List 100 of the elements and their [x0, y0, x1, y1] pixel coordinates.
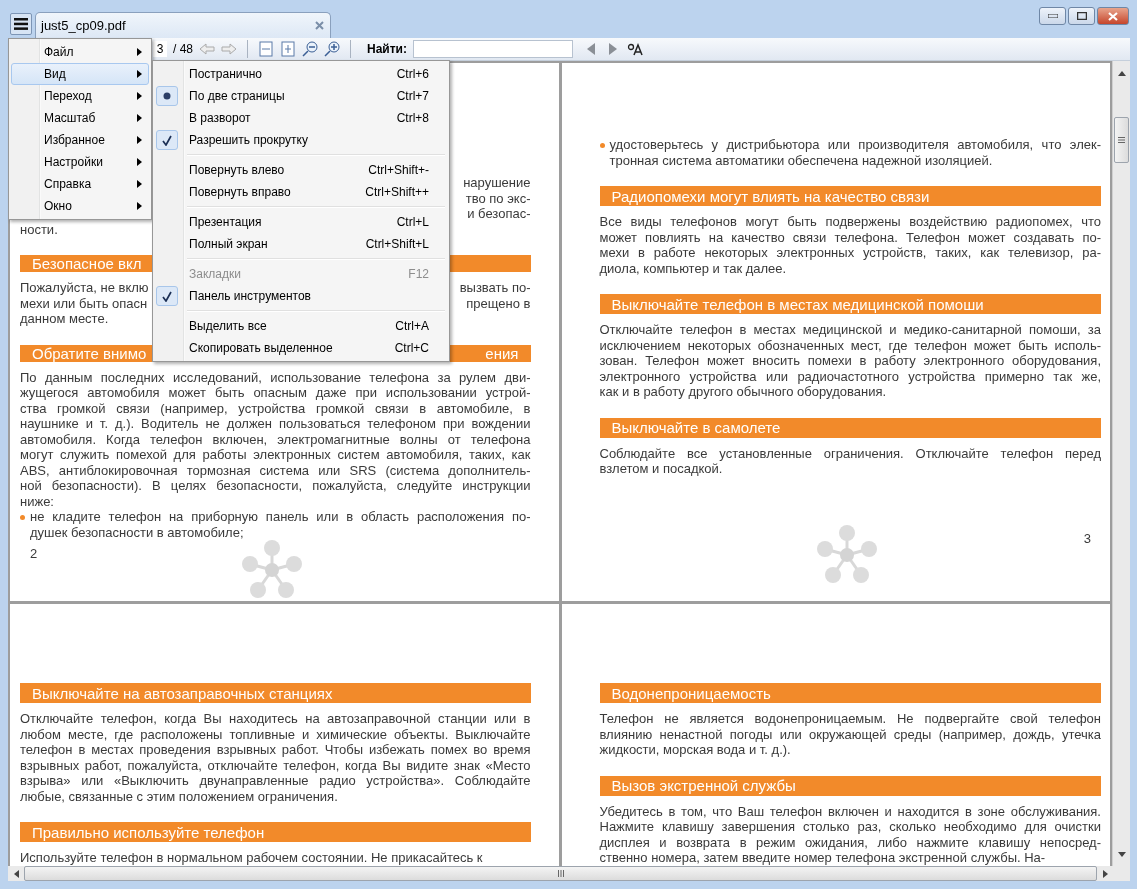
checkmark-icon [162, 134, 172, 146]
text-fragment: Пожалуйста, не вклю [20, 280, 149, 296]
paragraph: По данным последних исследований, использование телефона за рулем дви- жущегося автомобиля может быть опасным даже при использовании устрой- ства громкой связи (например, устройства громкой связи в автомобиле, в наушнике и т. д.). Водитель не должен пользоваться телефоном при вождении автомобиля. Когда телефон включен, электромагнитные волны от телефона могут служить помехой для работы электронных систем автомобиля, таких, как ABS, антиблокировочная тормозная система или SRS (система дополнитель- ной безопасности). В целях безопасности, пожалуйста, следуйте инструкции ниже: [20, 369, 531, 509]
checkmark-icon [162, 290, 172, 302]
fit-page-icon [281, 41, 295, 57]
caret-icon [137, 92, 142, 100]
caret-icon [1117, 71, 1126, 76]
menu-item[interactable]: Повернуть влево Ctrl+Shift+- [155, 159, 447, 181]
radio-dot-icon [163, 92, 171, 100]
triangle-left-icon [587, 43, 595, 55]
menu-item[interactable]: Разрешить прокрутку [155, 129, 447, 151]
caret-icon [137, 114, 142, 122]
close-button[interactable] [1097, 7, 1129, 25]
heading-text: Безопасное вкл [32, 255, 142, 272]
paragraph: Используйте телефон в нормальном рабочем состоянии. Не прикасайтесь к [20, 850, 484, 866]
maximize-icon [1076, 12, 1087, 20]
text-fragment: прещено в [466, 295, 531, 311]
paragraph: Все виды телефонов могут быть подвержены воздействию радиопомех, что может повлиять на качество связи телефона. Телефон может создавать по- мехи в работе некоторых электронных устройств, таких, как телевизор, ра- диола, компьютер и так далее. [599, 214, 1101, 276]
menu-item[interactable]: Переход [11, 85, 149, 107]
caret-icon [13, 869, 19, 878]
menu-item[interactable]: Вид [11, 63, 149, 85]
page-number-field[interactable]: 3 [153, 41, 167, 57]
menu-item[interactable]: Файл [11, 41, 149, 63]
match-case-button[interactable] [627, 41, 643, 57]
section-heading: Вызов экстренной службы [599, 775, 1101, 796]
text-fragment: тво по экс- [465, 190, 531, 206]
arrow-right-icon [221, 43, 237, 55]
grip-icon [1118, 137, 1125, 143]
maximize-button[interactable] [1068, 7, 1095, 25]
arrow-left-icon [199, 43, 215, 55]
caret-icon [137, 202, 142, 210]
find-label: Найти: [367, 42, 407, 56]
menu-item[interactable]: Избранное [11, 129, 149, 151]
menu-item[interactable]: Повернуть вправо Ctrl+Shift++ [155, 181, 447, 203]
section-heading: Выключайте в самолете [599, 417, 1101, 438]
menu-item[interactable]: Скопировать выделенное Ctrl+C [155, 337, 447, 359]
paragraph: Отключайте телефон, когда Вы находитесь на автозаправочной станции или в любом месте, где расположены топливные и химические объекты. Выключайте телефон в местах проведения взрывных работ. Чтобы избежать помех во время взрывных работ, пожалуйста, отключайте телефон, когда Вы видите знак «Место взрыва» или «Выключить двунаправленные радио устройства». Соблюдайте любые, связанные с этим положением ограничения. [20, 711, 531, 804]
text-fragment: и безопас- [467, 206, 531, 222]
section-heading: Радиопомехи могут влиять на качество связи [599, 186, 1101, 206]
document-tab[interactable]: just5_cp09.pdf [35, 12, 331, 38]
fit-width-icon [259, 41, 273, 57]
caret-icon [137, 180, 142, 188]
next-page-button[interactable] [221, 41, 237, 57]
section-heading: Выключайте телефон в местах медицинской помоши [599, 294, 1101, 314]
caret-icon [137, 158, 142, 166]
paragraph: Телефон не является водонепроницаемым. Не подвергайте свой телефон влиянию ненастной погоды или окружающей среды (например, дождь, утечка жидкости, морская вода и т. д.). [599, 711, 1101, 758]
text-fragment: нарушение [463, 175, 531, 191]
search-field[interactable] [413, 40, 573, 58]
page-count: / 48 [173, 42, 193, 56]
page-number: 3 [1083, 531, 1091, 546]
menu-item[interactable]: По две страницы Ctrl+7 [155, 85, 447, 107]
text-fragment: мехи или быть опасн [20, 295, 148, 311]
fit-width-button[interactable] [258, 41, 274, 57]
menu-icon [14, 18, 28, 30]
menu-item[interactable]: Полный экран Ctrl+Shift+L [155, 233, 447, 255]
close-icon [1108, 11, 1118, 21]
caret-icon [137, 70, 142, 78]
caret-icon [1117, 852, 1126, 857]
zoom-in-button[interactable] [324, 41, 340, 57]
menu-item[interactable]: Справка [11, 173, 149, 195]
menu-item[interactable]: Постранично Ctrl+6 [155, 63, 447, 85]
triangle-right-icon [609, 43, 617, 55]
section-heading: Выключайте на автозаправочных станциях [20, 683, 531, 703]
caret-icon [137, 48, 142, 56]
bullet-dot [20, 515, 25, 520]
heading-text: Обратите внимо [32, 344, 147, 362]
heading-text: ения [485, 344, 519, 362]
menu-item[interactable]: Масштаб [11, 107, 149, 129]
minimize-icon [1047, 14, 1058, 18]
paragraph: Отключайте телефон в местах медицинской и медико-санитарной помоши, за исключением некоторых обозначенных мест, где телефон может быть исполь- зован. Телефон может вносить помехи в работу электронного оборудования, электронного устройства или радиочастотного устройства примерно так же, как и в работу другого обычного оборудования. [599, 322, 1101, 400]
previous-page-button[interactable] [199, 41, 215, 57]
menu-button[interactable] [10, 13, 32, 35]
grip-icon [557, 870, 564, 877]
caret-icon [1102, 869, 1108, 878]
zoom-out-button[interactable] [302, 41, 318, 57]
menu-item[interactable]: Настройки [11, 151, 149, 173]
text-fragment: данном месте. [20, 311, 109, 327]
zoom-out-icon [302, 41, 318, 57]
font-case-icon [627, 42, 643, 56]
section-heading: Правильно используйте телефон [20, 822, 531, 842]
fit-page-button[interactable] [280, 41, 296, 57]
section-heading: Водонепроницаемость [599, 683, 1101, 703]
zoom-in-icon [324, 41, 340, 57]
text-fragment: ности. [20, 221, 58, 237]
dots-logo-drawing [240, 540, 305, 601]
menu-item[interactable]: Презентация Ctrl+L [155, 211, 447, 233]
menu-item[interactable]: Панель инструментов [155, 285, 447, 307]
menu-item[interactable]: Окно [11, 195, 149, 217]
caret-icon [137, 136, 142, 144]
page-number: 2 [30, 546, 38, 561]
bullet-text: удостоверьтесь у дистрибьютора или производителя автомобиля, что элек- тронная система автоматики обеспечена надежной изоляцией. [609, 137, 1101, 168]
menu-item[interactable]: Выделить все Ctrl+A [155, 315, 447, 337]
paragraph: Соблюдайте все установленные ограничения. Отключайте телефон перед взлетом и посадкой. [599, 445, 1101, 477]
menu-item[interactable]: В разворот Ctrl+8 [155, 107, 447, 129]
text-fragment: вызвать по- [459, 280, 531, 296]
scroll-thumb[interactable] [1114, 117, 1129, 163]
paragraph: Убедитесь в том, что Ваш телефон включен и находится в зоне обслуживания. Нажмите клавишу завершения столько раз, сколько необходимо для очистки дисплея и возврата в режим ожидания, либо нажмите клавишу непосред- ственно номера, затем введите номер телефона экстренной службы. На- [599, 803, 1101, 866]
close-icon[interactable] [315, 21, 324, 30]
bullet-text: не кладите телефон на приборную панель или в область расположения по- душек безопасности в автомобиле; [30, 509, 531, 540]
bullet-dot [599, 143, 605, 148]
